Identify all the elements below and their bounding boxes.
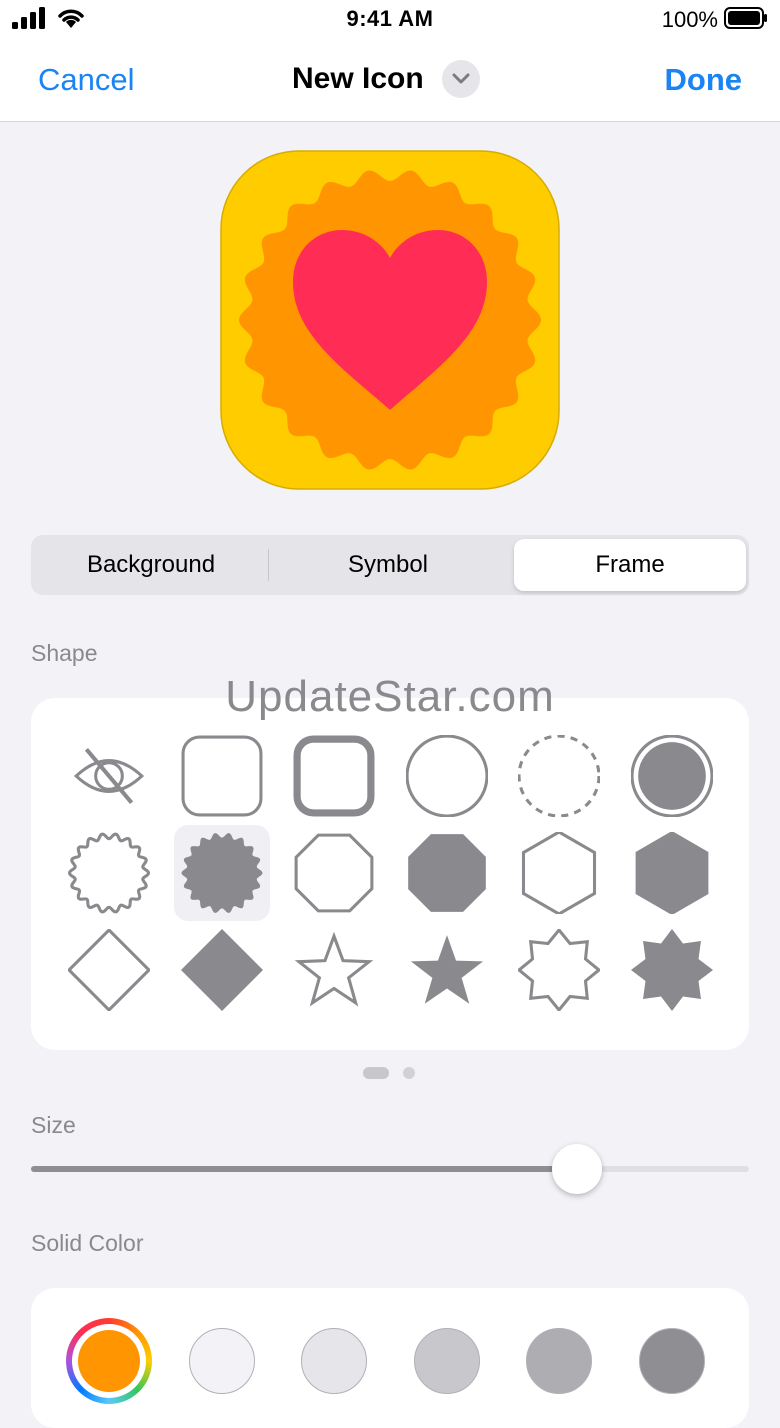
solid-color-section-label: Solid Color [31,1230,144,1256]
shape-option[interactable] [174,922,270,1018]
cancel-button[interactable]: Cancel [38,62,135,98]
rounded-square-thick-outline-icon [293,735,375,817]
size-slider-track[interactable] [31,1166,749,1172]
rounded-square-outline-icon [181,735,262,817]
selected-color-swatch [78,1330,140,1392]
hidden-eye-icon [73,748,145,804]
filled-ring-circle-icon [630,735,713,817]
octagon-filled-icon [407,834,486,912]
shape-option[interactable] [624,922,720,1018]
diamond-outline-icon [68,929,150,1011]
shape-option[interactable] [174,728,270,824]
eight-point-star-filled-icon [630,929,713,1011]
size-slider-thumb[interactable] [551,1144,602,1194]
shape-option[interactable] [286,922,382,1018]
battery-icon [724,7,767,29]
tab-symbol[interactable]: Symbol [272,539,504,591]
shape-option[interactable] [61,825,157,921]
color-swatch[interactable] [301,1328,367,1394]
color-swatch[interactable] [413,1328,480,1394]
navigation-bar: Cancel New Icon Done [0,40,780,122]
shape-option[interactable] [286,728,382,824]
status-bar: 9:41 AM 100% [0,0,780,40]
shape-option[interactable] [399,728,495,824]
hexagon-filled-icon [635,832,708,914]
shape-option[interactable] [511,825,607,921]
shape-option[interactable] [511,922,607,1018]
star-outline-icon [294,931,374,1007]
shape-option[interactable] [511,728,607,824]
color-swatch[interactable] [188,1328,255,1394]
segmented-control: Background Symbol Frame [31,535,749,595]
hexagon-outline-icon [521,832,597,914]
page-dot [403,1067,415,1079]
page-title: New Icon [292,62,424,95]
circle-outline-icon [405,735,488,817]
diamond-filled-icon [180,929,263,1011]
shape-option[interactable] [624,728,720,824]
size-slider-fill [31,1166,577,1172]
icon-preview [220,150,560,490]
page-indicator[interactable] [363,1067,415,1079]
dashed-circle-icon [518,735,600,817]
shape-option[interactable] [61,922,157,1018]
color-swatch[interactable] [638,1328,705,1394]
color-picker-ring[interactable] [66,1318,152,1404]
shape-option[interactable] [399,825,495,921]
shape-grid [31,698,749,1050]
shape-option[interactable] [61,728,157,824]
watermark: UpdateStar.com [225,672,555,721]
title-menu[interactable]: New Icon [292,60,480,98]
color-swatch[interactable] [526,1328,592,1394]
color-palette [31,1288,749,1428]
battery-percentage: 100% [661,7,718,32]
size-section-label: Size [31,1112,76,1138]
chevron-down-icon [452,73,470,84]
segment-divider [268,549,269,581]
shape-option[interactable] [624,825,720,921]
scalloped-circle-outline-icon [68,832,150,914]
shape-option[interactable] [173,825,270,921]
done-button[interactable]: Done [665,62,743,98]
shape-option[interactable] [399,922,495,1018]
eight-point-star-outline-icon [518,929,600,1011]
tab-background[interactable]: Background [35,539,267,591]
tab-frame[interactable]: Frame [514,539,746,591]
octagon-outline-icon [294,833,374,913]
shape-section-label: Shape [31,640,98,666]
title-menu-button[interactable] [441,60,480,98]
scalloped-circle-filled-icon [181,833,262,913]
star-filled-icon [410,935,483,1004]
page-dot-active [363,1067,389,1079]
shape-option[interactable] [286,825,382,921]
